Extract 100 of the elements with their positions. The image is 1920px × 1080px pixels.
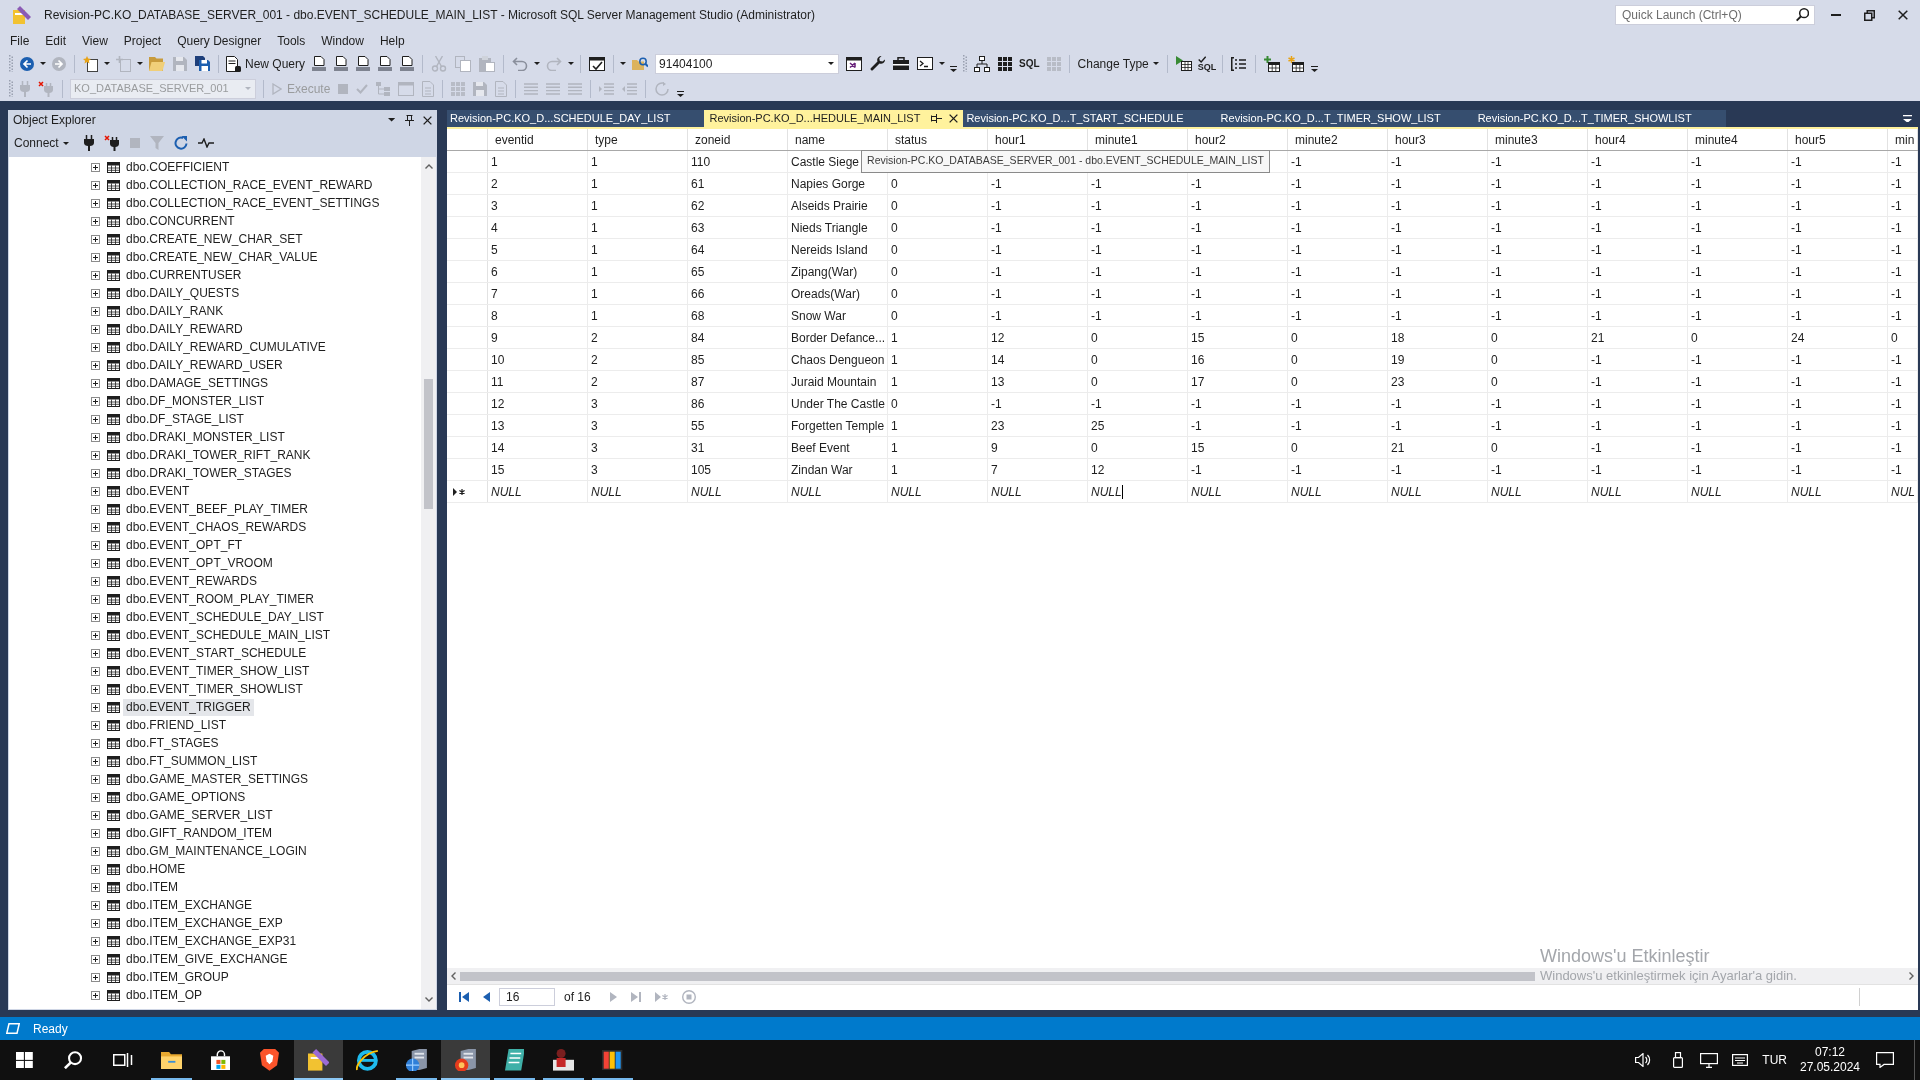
expand-icon[interactable] [91,162,100,172]
expand-icon[interactable] [91,558,100,568]
close-icon[interactable] [423,115,432,125]
expand-icon[interactable] [91,180,100,190]
document-tab[interactable]: Revision-PC.KO_D...HEDULE_MAIN_LIST [704,110,964,127]
new-query-button[interactable]: New Query [223,52,309,75]
expand-icon[interactable] [91,864,100,874]
caret-down-icon[interactable] [104,62,110,65]
overflow-icon[interactable] [1902,114,1912,123]
grip-icon[interactable] [963,55,968,72]
menu-item[interactable]: Query Designer [169,30,270,51]
expand-icon[interactable] [91,450,100,460]
expand-icon[interactable] [91,954,100,964]
caret-down-icon[interactable] [137,62,143,65]
expand-icon[interactable] [91,792,100,802]
verify-sql-button[interactable]: SQL [1195,52,1219,75]
caret-down-icon[interactable] [387,118,395,122]
overflow-icon[interactable] [1311,65,1319,72]
taskbar-button[interactable] [294,1040,343,1080]
record-position-field[interactable]: 16 [499,987,555,1006]
column-header[interactable]: hour3 [1388,129,1488,150]
save-all-icon[interactable] [195,56,210,71]
menu-item[interactable]: View [74,30,116,51]
activity-icon[interactable] [197,138,214,148]
notification-icon[interactable] [1876,1052,1894,1068]
expand-icon[interactable] [91,846,100,856]
column-header[interactable]: hour5 [1788,129,1888,150]
column-header[interactable]: minute3 [1488,129,1588,150]
close-icon[interactable] [1898,10,1908,20]
expand-icon[interactable] [91,918,100,928]
query-file-icon[interactable] [378,56,393,71]
sql-pane-button[interactable]: SQL [1016,52,1043,75]
expand-icon[interactable] [91,252,100,262]
document-tab[interactable]: Revision-PC.KO_D...SCHEDULE_DAY_LIST [447,110,705,127]
menu-item[interactable]: Project [115,30,170,51]
refresh-icon[interactable] [173,136,188,150]
caret-down-icon[interactable] [534,62,541,65]
expand-icon[interactable] [91,666,100,676]
expand-icon[interactable] [91,504,100,514]
expand-icon[interactable] [91,432,100,442]
tree-item[interactable]: dbo.EVENT_TRIGGER [123,698,254,716]
scrollbar-thumb[interactable] [460,971,1535,981]
query-file-icon[interactable] [356,56,371,71]
grip-icon[interactable] [9,55,13,72]
query-file-icon[interactable] [312,56,327,71]
new-project-icon[interactable] [83,55,98,72]
menu-item[interactable]: Tools [269,30,314,51]
quick-launch-field[interactable]: Quick Launch (Ctrl+Q) [1615,5,1815,25]
expand-icon[interactable] [91,594,100,604]
clock-date[interactable]: 27.05.2024 [1799,1060,1861,1075]
caret-down-icon[interactable] [939,62,946,65]
expand-icon[interactable] [91,828,100,838]
expand-icon[interactable] [91,306,100,316]
expand-icon[interactable] [91,198,100,208]
expand-icon[interactable] [91,324,100,334]
expand-icon[interactable] [91,720,100,730]
expand-icon[interactable] [91,972,100,982]
column-header[interactable]: hour4 [1588,129,1688,150]
query-file-icon[interactable] [400,56,415,71]
expand-icon[interactable] [91,882,100,892]
expand-icon[interactable] [91,270,100,280]
expand-icon[interactable] [91,540,100,550]
expand-icon[interactable] [91,468,100,478]
expand-icon[interactable] [91,900,100,910]
expand-icon[interactable] [91,756,100,766]
column-header[interactable]: minute4 [1688,129,1788,150]
find-folder-icon[interactable] [632,57,649,70]
expand-icon[interactable] [91,216,100,226]
expand-icon[interactable] [91,234,100,244]
expand-icon[interactable] [91,522,100,532]
taskbar-button[interactable] [441,1040,490,1080]
expand-icon[interactable] [91,396,100,406]
close-icon[interactable] [949,114,959,123]
console-icon[interactable] [917,57,934,70]
scrollbar[interactable] [447,968,1918,984]
database-dropdown[interactable]: 91404100 [655,53,840,74]
expand-icon[interactable] [91,612,100,622]
side-pin-icon[interactable] [931,114,943,123]
scrollbar[interactable] [421,157,436,1009]
menu-item[interactable]: Help [371,30,413,51]
search-icon[interactable] [1795,8,1809,22]
expand-icon[interactable] [91,774,100,784]
unplug-icon[interactable] [103,135,120,151]
expand-icon[interactable] [91,702,100,712]
document-tab[interactable]: Revision-PC.KO_D...T_TIMER_SHOWLIST [1474,110,1726,127]
expand-icon[interactable] [91,630,100,640]
grip-icon[interactable] [9,80,13,97]
query-file-icon[interactable] [334,56,349,71]
diagram-icon[interactable] [974,55,991,72]
expand-icon[interactable] [91,990,100,1000]
check-icon[interactable] [356,83,369,94]
language-indicator[interactable]: TUR [1762,1051,1787,1069]
run-icon[interactable] [1175,56,1192,71]
expand-icon[interactable] [91,414,100,424]
back-arrow-icon[interactable] [20,56,34,71]
expand-icon[interactable] [91,486,100,496]
caret-down-icon[interactable] [620,62,627,65]
network-icon[interactable] [1700,1052,1719,1068]
clock-time[interactable]: 07:12 [1815,1045,1845,1060]
column-header[interactable]: eventid [488,129,588,150]
